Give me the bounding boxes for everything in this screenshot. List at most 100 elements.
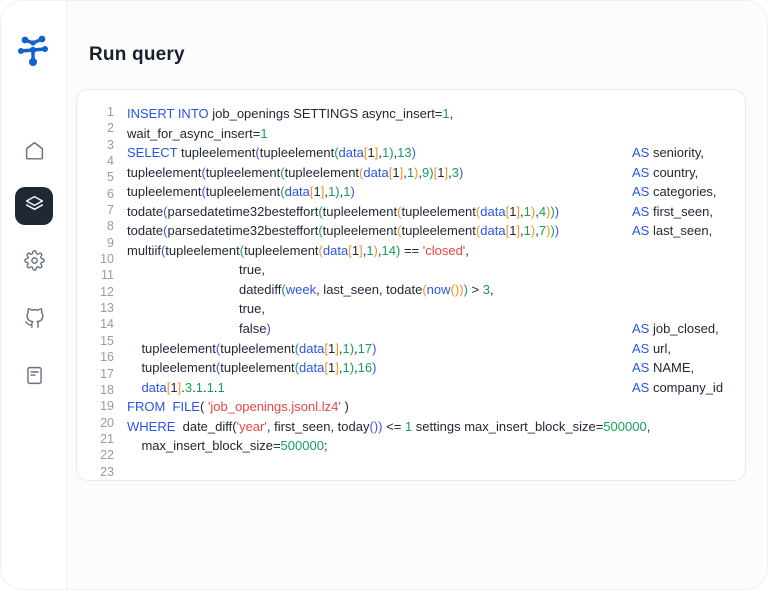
code-token: 1 <box>392 165 399 180</box>
code-line: tupleelement(tupleelement(data[1],1),1)A… <box>127 182 739 202</box>
line-number: 18 <box>77 382 114 398</box>
code-token: 3 <box>452 165 459 180</box>
code-line: WHERE date_diff('year', first_seen, toda… <box>127 417 739 437</box>
query-editor[interactable]: 1234567891011121314151617181920212223 IN… <box>76 89 746 481</box>
line-number: 12 <box>77 284 114 300</box>
code-token: 1 <box>207 380 214 395</box>
line-number: 6 <box>77 186 114 202</box>
code-token: tupleelement <box>285 165 359 180</box>
code-token: ) <box>372 360 376 375</box>
code-token: 1 <box>217 380 224 395</box>
code-token: ; <box>324 438 328 453</box>
code-token: data <box>363 165 388 180</box>
code-token: 1 <box>260 126 267 141</box>
as-keyword: AS <box>632 145 649 160</box>
as-clause: AS NAME, <box>632 358 694 378</box>
code-token: ) <box>459 165 463 180</box>
code-token: 'closed' <box>423 243 466 258</box>
code-token: date_diff( <box>175 419 236 434</box>
sidebar-item-data-sources[interactable] <box>15 187 53 225</box>
code-token: 1 <box>367 145 374 160</box>
as-clause: AS country, <box>632 163 698 183</box>
as-alias: NAME, <box>649 360 694 375</box>
sidebar-item-settings[interactable] <box>15 243 53 281</box>
code-token: tupleelement <box>206 184 280 199</box>
code-token: data <box>299 341 324 356</box>
as-alias: seniority, <box>649 145 704 160</box>
sidebar-item-home[interactable] <box>15 133 53 171</box>
line-number-gutter: 1234567891011121314151617181920212223 <box>77 104 123 480</box>
code-token: 13 <box>397 145 411 160</box>
code-token: 1 <box>342 360 349 375</box>
code-line: tupleelement(tupleelement(tupleelement(d… <box>127 163 739 183</box>
code-line: SELECT tupleelement(tupleelement(data[1]… <box>127 143 739 163</box>
as-keyword: AS <box>632 380 649 395</box>
code-line: todate(parsedatetime32besteffort(tupleel… <box>127 202 739 222</box>
code-token: tupleelement <box>220 360 294 375</box>
code-token: INSERT INTO <box>127 106 209 121</box>
line-number: 20 <box>77 415 114 431</box>
code-token: tupleelement <box>165 243 239 258</box>
code-line: INSERT INTO job_openings SETTINGS async_… <box>127 104 739 124</box>
code-token: tupleelement <box>127 360 216 375</box>
code-token: parsedatetime32besteffort <box>168 223 319 238</box>
app-logo-icon[interactable] <box>14 33 54 69</box>
code-token: , last_seen, todate <box>316 282 422 297</box>
as-keyword: AS <box>632 204 649 219</box>
as-keyword: AS <box>632 321 649 336</box>
code-line: false)AS job_closed, <box>127 319 739 339</box>
code-token: 500000 <box>603 419 646 434</box>
as-clause: AS seniority, <box>632 143 704 163</box>
code-token: data <box>480 204 505 219</box>
code-token: data <box>339 145 364 160</box>
code-token: WHERE <box>127 419 175 434</box>
code-token: week <box>286 282 316 297</box>
code-token: tupleelement <box>323 223 397 238</box>
as-clause: AS first_seen, <box>632 202 713 222</box>
code-line: tupleelement(tupleelement(data[1],1),16)… <box>127 358 739 378</box>
code-token: tupleelement <box>127 341 216 356</box>
code-token: data <box>480 223 505 238</box>
code-token: > <box>468 282 483 297</box>
code-token: 14 <box>382 243 396 258</box>
as-alias: job_closed, <box>649 321 718 336</box>
sidebar-item-github[interactable] <box>15 301 53 339</box>
line-number: 17 <box>77 366 114 382</box>
line-number: 9 <box>77 235 114 251</box>
code-token <box>165 399 172 414</box>
sidebar-item-docs[interactable] <box>15 358 53 396</box>
as-keyword: AS <box>632 223 649 238</box>
code-token: tupleelement <box>244 243 318 258</box>
page-title: Run query <box>89 44 185 66</box>
code-line: true, <box>127 260 739 280</box>
as-keyword: AS <box>632 184 649 199</box>
line-number: 22 <box>77 447 114 463</box>
app-window: Run query 123456789101112131415161718192… <box>0 0 768 590</box>
code-token: ) <box>341 399 349 414</box>
code-token: ( <box>200 399 208 414</box>
code-line: FROM FILE( 'job_openings.jsonl.lz4' ) <box>127 397 739 417</box>
code-token: wait_for_async_insert= <box>127 126 260 141</box>
code-token: todate <box>127 223 163 238</box>
code-token: 1 <box>524 223 531 238</box>
as-alias: country, <box>649 165 698 180</box>
home-icon <box>24 140 45 164</box>
line-number: 21 <box>77 431 114 447</box>
code-token: true, <box>127 301 265 316</box>
code-line: true, <box>127 299 739 319</box>
code-token: 1 <box>407 165 414 180</box>
code-token: , first_seen, today <box>267 419 370 434</box>
code-token: 3 <box>483 282 490 297</box>
as-alias: url, <box>649 341 671 356</box>
code-token: 'job_openings.jsonl.lz4' <box>208 399 341 414</box>
line-number: 19 <box>77 398 114 414</box>
code-token: == <box>400 243 422 258</box>
code-token: 1 <box>442 106 449 121</box>
code-token: , <box>647 419 651 434</box>
code-line: max_insert_block_size=500000; <box>127 436 739 456</box>
line-number: 4 <box>77 153 114 169</box>
code-token: FILE <box>173 399 200 414</box>
code-line <box>127 456 739 476</box>
code-token: parsedatetime32besteffort <box>168 204 319 219</box>
code-token: 'year' <box>237 419 267 434</box>
